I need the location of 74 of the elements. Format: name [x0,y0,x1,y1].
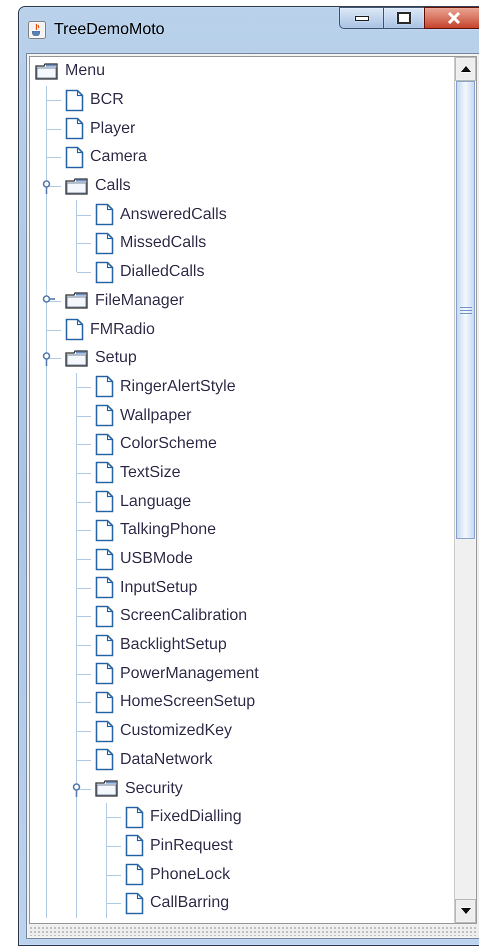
file-icon [125,892,144,915]
file-icon [95,518,114,542]
tree-node-label[interactable]: TalkingPhone [120,522,216,538]
file-icon [95,232,114,255]
tree-node-label[interactable]: PinRequest [150,838,233,854]
tree-node-label[interactable]: PhoneLock [150,866,230,883]
tree-node-label[interactable]: RingerAlertStyle [120,378,236,395]
tree-node-label[interactable]: MissedCalls [120,235,206,252]
maximize-icon [397,12,411,24]
tree-node-label[interactable]: FMRadio [90,322,155,338]
close-icon [447,12,461,24]
close-button[interactable] [424,7,479,29]
up-arrow-icon [460,66,470,72]
file-icon [95,634,114,657]
tree-node-label[interactable]: Wallpaper [120,408,192,424]
tree-node-label[interactable]: InputSetup [120,580,198,596]
file-icon [95,260,114,284]
folder-icon [65,292,89,310]
file-icon [95,490,114,514]
tree-node-label[interactable]: Menu [65,63,106,80]
folder-icon [65,350,89,367]
tree-node-label[interactable]: Setup [95,350,137,366]
down-arrow-icon [460,908,470,914]
file-icon [95,461,114,484]
tree-node-label[interactable]: ColorScheme [120,436,217,452]
tree-node-label[interactable]: USBMode [120,551,193,568]
folder-icon [95,780,119,798]
file-icon [95,690,114,714]
file-icon [125,834,144,858]
tree-node-label[interactable]: BacklightSetup [120,637,227,654]
file-icon [95,548,114,571]
maximize-button[interactable] [384,7,424,29]
tree-node-label[interactable]: PowerManagement [120,666,259,682]
window-title: TreeDemoMoto [54,20,165,40]
tree-node-label[interactable]: Language [120,494,192,510]
file-icon [95,404,114,428]
file-icon [95,748,114,772]
file-icon [65,318,84,342]
tree-node-label[interactable]: DialledCalls [120,264,204,280]
coffee-cup-icon [28,21,46,39]
grip-icon [460,306,472,314]
tree-node-label[interactable]: FixedDialling [150,809,242,826]
file-icon [125,806,144,829]
scroll-up-button[interactable] [455,57,476,81]
file-icon [65,117,84,140]
tree-node-label[interactable]: ScreenCalibration [120,608,248,624]
minimize-icon [354,16,368,20]
tree-node-label[interactable]: TextSize [120,464,180,481]
tree-node-label[interactable]: Player [90,120,136,137]
tree-node-label[interactable]: CustomizedKey [120,723,232,740]
tree-node-label[interactable]: CallBarring [150,895,230,912]
file-icon [65,146,84,169]
file-icon [95,432,114,456]
tree-node-label[interactable]: DataNetwork [120,752,212,768]
scroll-down-button[interactable] [455,899,476,923]
file-icon [95,203,114,226]
file-icon [95,662,114,686]
tree-node-label[interactable]: HomeScreenSetup [120,694,256,710]
file-icon [65,88,84,112]
folder-icon [35,62,59,80]
folder-icon [65,178,89,195]
file-icon [95,576,114,600]
tree-node-label[interactable]: Security [125,780,183,797]
file-icon [95,375,114,398]
tree-node-label[interactable]: AnsweredCalls [120,206,227,223]
tree-node-label[interactable]: Calls [95,178,131,194]
tree-node-label[interactable]: BCR [90,92,124,108]
scroll-thumb[interactable] [456,81,475,539]
file-icon [125,863,144,886]
tree-node-label[interactable]: Camera [90,149,147,166]
tree-node-label[interactable]: FileManager [95,292,184,309]
file-icon [95,720,114,743]
file-icon [95,604,114,628]
minimize-button[interactable] [339,7,384,29]
